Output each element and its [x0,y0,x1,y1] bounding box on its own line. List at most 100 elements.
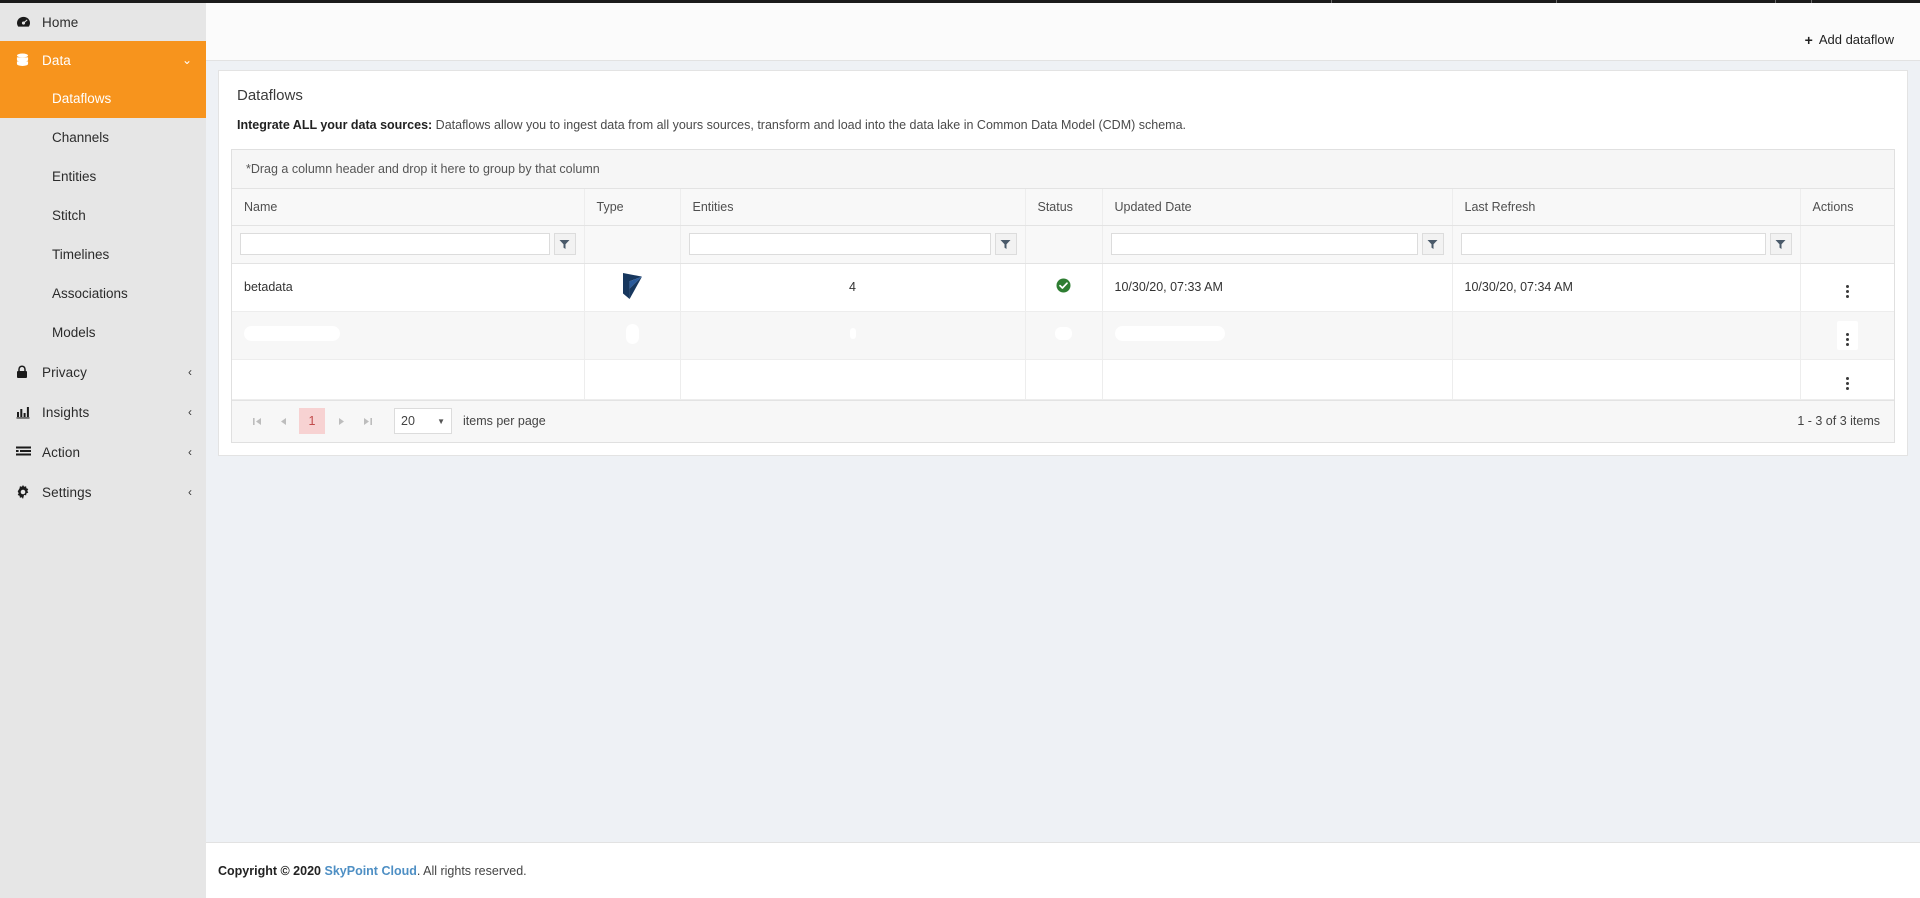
cell-entities [680,359,1025,399]
gear-icon [16,485,36,499]
content-scroll: Dataflows Integrate ALL your data source… [206,61,1920,842]
cell-type [584,263,680,311]
page-size-select[interactable]: 20 ▼ [394,408,452,434]
chevron-left-icon: ‹ [188,406,192,418]
card-header: Dataflows Integrate ALL your data source… [219,71,1907,135]
filter-cell-updated-date [1102,225,1452,263]
filter-cell-last-refresh [1452,225,1800,263]
cell-type [584,311,680,359]
sidebar-item-channels[interactable]: Channels [0,118,206,157]
sidebar-item-label: Insights [42,405,188,420]
group-by-dropzone[interactable]: *Drag a column header and drop it here t… [232,150,1894,189]
dataflows-table: Name Type Entities Status Updated Date L… [232,189,1894,400]
cell-actions [1800,359,1894,399]
column-header-entities[interactable]: Entities [680,189,1025,226]
cell-updated-date [1102,359,1452,399]
chevron-left-icon: ‹ [188,366,192,378]
column-header-last-refresh[interactable]: Last Refresh [1452,189,1800,226]
speedometer-icon [16,16,36,29]
sidebar-item-data[interactable]: Data ⌄ [0,41,206,79]
filter-menu-button-updated-date[interactable] [1422,233,1444,255]
filter-input-entities[interactable] [689,233,991,255]
cell-entities [680,311,1025,359]
sidebar-item-stitch[interactable]: Stitch [0,196,206,235]
page-description-rest: Dataflows allow you to ingest data from … [432,118,1186,132]
sidebar-item-label: Data [42,53,182,68]
cell-type [584,359,680,399]
sidebar-item-label: Stitch [52,208,86,223]
footer-text: Copyright © 2020 SkyPoint Cloud. All rig… [218,864,527,878]
lock-icon [16,365,36,379]
add-dataflow-button[interactable]: + Add dataflow [1805,32,1894,47]
page-title: Dataflows [237,87,1889,104]
sidebar-item-privacy[interactable]: Privacy ‹ [0,352,206,392]
column-header-updated-date[interactable]: Updated Date [1102,189,1452,226]
sidebar-group-data: Data ⌄ Dataflows [0,41,206,118]
column-header-status[interactable]: Status [1025,189,1102,226]
footer-rights: . All rights reserved. [417,864,527,878]
kebab-menu-icon[interactable] [1846,333,1849,346]
check-circle-success-icon [1056,282,1071,296]
sidebar-item-home[interactable]: Home [0,3,206,41]
pager-next-button[interactable] [328,408,354,434]
sidebar-item-action[interactable]: Action ‹ [0,432,206,472]
page-description: Integrate ALL your data sources: Dataflo… [237,117,1889,135]
filter-cell-actions [1800,225,1894,263]
browser-top-strip [0,0,1920,3]
redaction-blob [626,324,639,344]
cell-updated-date: 10/30/20, 07:33 AM [1102,263,1452,311]
filter-menu-button-entities[interactable] [995,233,1017,255]
filter-cell-status [1025,225,1102,263]
pager: 1 20 ▼ items per page [232,400,1894,442]
table-row[interactable] [232,359,1894,399]
sidebar-item-associations[interactable]: Associations [0,274,206,313]
cell-updated-date [1102,311,1452,359]
pager-page-1[interactable]: 1 [299,408,325,434]
cell-status [1025,263,1102,311]
filter-cell-entities [680,225,1025,263]
filter-input-name[interactable] [240,233,550,255]
pager-prev-button[interactable] [270,408,296,434]
sidebar-item-label: Models [52,325,96,340]
page-size-label: items per page [463,414,546,428]
kebab-menu-icon[interactable] [1846,377,1849,390]
filter-menu-button-name[interactable] [554,233,576,255]
action-list-icon [16,446,36,458]
pager-first-button[interactable] [244,408,270,434]
table-filter-row [232,225,1894,263]
pager-last-button[interactable] [354,408,380,434]
table-row[interactable] [232,311,1894,359]
column-header-name[interactable]: Name [232,189,584,226]
sidebar-item-dataflows[interactable]: Dataflows [0,79,206,118]
sidebar-item-label: Action [42,445,188,460]
app-root: Home Data ⌄ Dataflows Channels Entities … [0,0,1920,898]
filter-cell-type [584,225,680,263]
sidebar-item-label: Associations [52,286,128,301]
sidebar-item-entities[interactable]: Entities [0,157,206,196]
sidebar-item-timelines[interactable]: Timelines [0,235,206,274]
sidebar-item-insights[interactable]: Insights ‹ [0,392,206,432]
dynamics365-icon [621,288,643,302]
sidebar-item-label: Home [42,15,192,30]
table-row[interactable]: betadata 4 [232,263,1894,311]
redaction-blob [1837,321,1858,350]
filter-input-last-refresh[interactable] [1461,233,1766,255]
kebab-menu-icon[interactable] [1846,285,1849,298]
redaction-blob [244,326,340,341]
filter-menu-button-last-refresh[interactable] [1770,233,1792,255]
column-header-type[interactable]: Type [584,189,680,226]
footer-brand-link[interactable]: SkyPoint Cloud [324,864,416,878]
dataflows-card: Dataflows Integrate ALL your data source… [218,70,1908,456]
redaction-blob [1055,327,1072,340]
sidebar-item-models[interactable]: Models [0,313,206,352]
cell-last-refresh: 10/30/20, 07:34 AM [1452,263,1800,311]
sidebar-item-label: Channels [52,130,109,145]
filter-input-updated-date[interactable] [1111,233,1418,255]
add-dataflow-label: Add dataflow [1819,32,1894,47]
cell-name [232,311,584,359]
filter-cell-name [232,225,584,263]
chevron-down-icon: ⌄ [182,54,192,66]
chevron-left-icon: ‹ [188,486,192,498]
group-by-hint: *Drag a column header and drop it here t… [246,162,600,176]
sidebar-item-settings[interactable]: Settings ‹ [0,472,206,512]
